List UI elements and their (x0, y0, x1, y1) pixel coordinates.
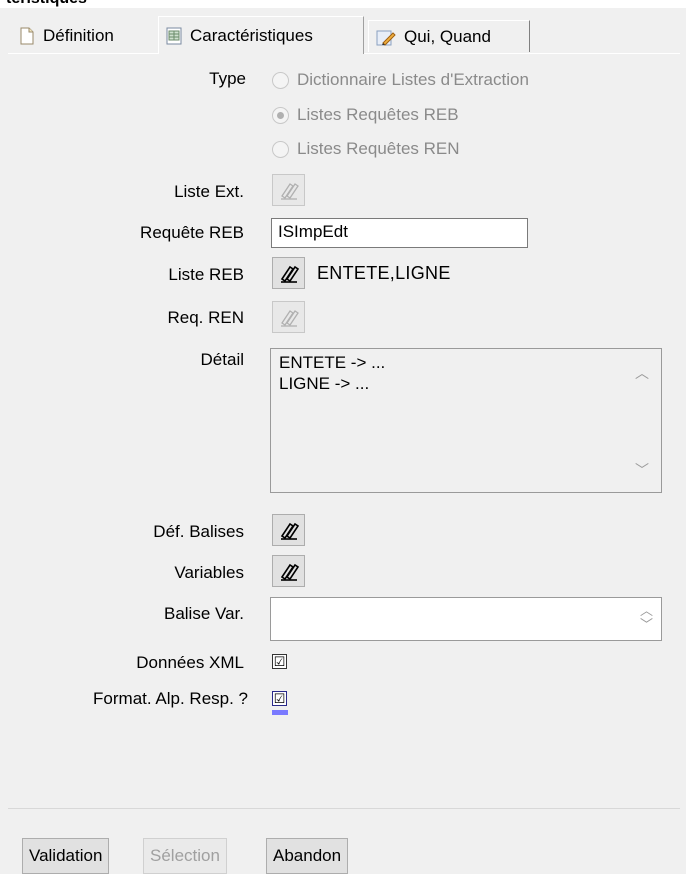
tab-qui-quand-label: Qui, Quand (404, 26, 491, 46)
focus-indicator (272, 710, 288, 715)
balise-var-field[interactable]: ︿ ﹀ (270, 597, 662, 641)
chevron-up-icon[interactable]: ︿ (640, 604, 653, 618)
format-alp-label: Format. Alp. Resp. ? (93, 689, 248, 708)
type-option-listes-reb[interactable]: Listes Requêtes REB (272, 105, 459, 125)
donnees-xml-label: Données XML (136, 653, 244, 672)
variables-button[interactable] (272, 555, 305, 587)
list-pencil-icon (280, 310, 299, 327)
radio-button (272, 140, 289, 158)
requete-reb-label: Requête REB (140, 223, 244, 242)
requete-reb-input[interactable]: ISImpEdt (271, 218, 528, 248)
format-alp-checkbox[interactable]: ☑ (272, 691, 287, 706)
chevron-down-icon[interactable]: ﹀ (640, 618, 653, 632)
tab-caracteristiques-label: Caractéristiques (190, 25, 313, 45)
validation-button[interactable]: Validation (22, 838, 110, 874)
tab-qui-quand[interactable]: Qui, Quand (368, 20, 530, 52)
donnees-xml-checkbox[interactable]: ☑ (272, 654, 287, 669)
tab-caracteristiques[interactable]: Caractéristiques (158, 16, 364, 54)
liste-reb-label: Liste REB (168, 265, 244, 284)
radio-button-selected (272, 106, 289, 124)
page-icon (20, 27, 34, 45)
list-pencil-icon (280, 183, 299, 200)
selection-button[interactable]: Sélection (143, 838, 227, 874)
liste-reb-button[interactable] (272, 257, 305, 289)
balise-var-label: Balise Var. (163, 604, 244, 623)
tab-bar: Définition Caractéristiques Qui, Quand (0, 8, 686, 54)
type-label: Type (209, 69, 246, 88)
footer-divider (8, 808, 680, 809)
def-balises-button[interactable] (272, 514, 305, 546)
scroll-up-icon[interactable]: ︿ (635, 363, 649, 383)
detail-memo[interactable]: ENTETE -> ... LIGNE -> ... ︿ ﹀ (270, 348, 662, 493)
type-option-label: Listes Requêtes REB (297, 105, 459, 124)
req-ren-label: Req. REN (167, 308, 244, 327)
scroll-down-icon[interactable]: ﹀ (635, 460, 649, 480)
liste-reb-value: ENTETE,LIGNE (317, 263, 451, 283)
radio-button (272, 71, 289, 89)
list-pencil-icon (280, 522, 299, 540)
window-title-fragment: téristiques (6, 0, 87, 8)
req-ren-button[interactable] (272, 301, 305, 333)
detail-line: ENTETE -> ... (279, 353, 386, 372)
detail-line: LIGNE -> ... (279, 374, 370, 393)
grid-document-icon (166, 27, 182, 44)
type-option-dictionnaire[interactable]: Dictionnaire Listes d'Extraction (272, 70, 529, 90)
type-option-label: Listes Requêtes REN (297, 139, 460, 158)
abandon-button[interactable]: Abandon (266, 838, 349, 874)
variables-label: Variables (174, 563, 244, 582)
spin-control[interactable]: ︿ ﹀ (640, 604, 653, 632)
detail-label: Détail (200, 350, 244, 369)
def-balises-label: Déf. Balises (153, 522, 244, 541)
list-pencil-icon (280, 563, 299, 581)
tab-definition-label: Définition (43, 26, 114, 45)
tab-definition[interactable]: Définition (12, 20, 156, 52)
pencil-icon (376, 30, 396, 46)
window-title-strip: téristiques (0, 0, 686, 8)
liste-ext-button[interactable] (272, 174, 305, 206)
type-option-label: Dictionnaire Listes d'Extraction (297, 70, 529, 89)
type-option-listes-ren[interactable]: Listes Requêtes REN (272, 139, 460, 159)
liste-ext-label: Liste Ext. (174, 182, 244, 201)
list-pencil-icon (280, 265, 299, 283)
